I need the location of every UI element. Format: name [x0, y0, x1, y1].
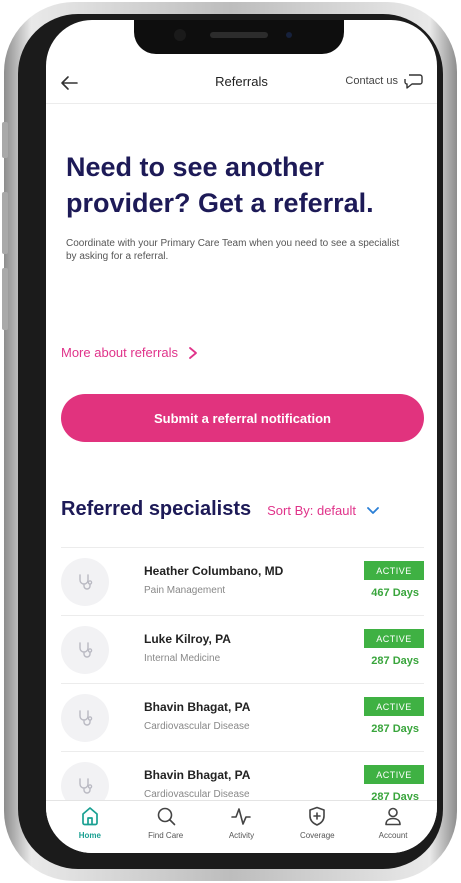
specialists-header: Referred specialists Sort By: default	[61, 498, 431, 521]
app-screen: Referrals Contact us Need to see another…	[46, 20, 437, 853]
app-header: Referrals Contact us	[46, 64, 437, 104]
specialists-list: Heather Columbano, MD Pain Management AC…	[61, 547, 424, 800]
days-count: 467 Days	[371, 587, 419, 599]
tab-label: Home	[78, 831, 101, 840]
chevron-down-icon	[367, 506, 379, 514]
front-camera	[286, 32, 292, 38]
sort-label: Sort By: default	[267, 503, 356, 518]
more-about-referrals-link[interactable]: More about referrals	[61, 345, 198, 360]
specialist-name: Bhavin Bhagat, PA	[144, 700, 251, 714]
tab-find-care[interactable]: Find Care	[130, 805, 202, 853]
chevron-right-icon	[189, 346, 197, 359]
hero-description: Coordinate with your Primary Care Team w…	[66, 238, 400, 262]
days-count: 287 Days	[371, 791, 419, 800]
activity-icon	[231, 808, 252, 825]
list-item[interactable]: Heather Columbano, MD Pain Management AC…	[61, 547, 424, 615]
days-count: 287 Days	[371, 723, 419, 735]
tab-label: Find Care	[148, 831, 184, 840]
sort-dropdown[interactable]: Sort By: default	[267, 503, 380, 518]
tab-label: Activity	[228, 831, 255, 840]
home-icon	[82, 807, 98, 826]
search-icon	[157, 807, 175, 826]
stethoscope-icon	[79, 642, 93, 658]
main-content: Need to see another provider? Get a refe…	[46, 105, 437, 800]
tab-label: Coverage	[299, 831, 335, 840]
specialist-specialty: Cardiovascular Disease	[144, 721, 250, 732]
person-icon	[385, 807, 401, 826]
list-item[interactable]: Bhavin Bhagat, PA Cardiovascular Disease…	[61, 751, 424, 800]
specialist-name: Heather Columbano, MD	[144, 564, 284, 578]
status-badge: ACTIVE	[364, 561, 424, 580]
tab-account[interactable]: Account	[357, 805, 429, 853]
mute-switch	[2, 122, 8, 158]
volume-up-button	[2, 192, 8, 254]
avatar	[61, 626, 109, 674]
avatar	[61, 558, 109, 606]
phone-notch	[134, 20, 344, 54]
contact-us-label: Contact us	[345, 75, 398, 87]
status-badge: ACTIVE	[364, 697, 424, 716]
avatar	[61, 694, 109, 742]
tab-coverage[interactable]: Coverage	[281, 805, 353, 853]
stethoscope-icon	[79, 574, 93, 590]
volume-down-button	[2, 268, 8, 330]
list-item[interactable]: Bhavin Bhagat, PA Cardiovascular Disease…	[61, 683, 424, 751]
tab-label: Account	[378, 831, 408, 840]
status-badge: ACTIVE	[364, 629, 424, 648]
stethoscope-icon	[79, 778, 93, 794]
speaker-grille	[210, 32, 268, 38]
list-item[interactable]: Luke Kilroy, PA Internal Medicine ACTIVE…	[61, 615, 424, 683]
stethoscope-icon	[79, 710, 93, 726]
contact-us-link[interactable]: Contact us	[345, 72, 423, 90]
status-badge: ACTIVE	[364, 765, 424, 784]
hero-heading: Need to see another provider? Get a refe…	[66, 152, 374, 218]
specialist-name: Luke Kilroy, PA	[144, 632, 231, 646]
tab-activity[interactable]: Activity	[205, 805, 277, 853]
days-count: 287 Days	[371, 655, 419, 667]
bottom-tab-bar: Home Find Care Activity Coverage Account	[46, 800, 437, 853]
specialist-specialty: Pain Management	[144, 585, 226, 596]
submit-referral-button[interactable]: Submit a referral notification	[61, 394, 424, 442]
avatar	[61, 762, 109, 800]
section-title: Referred specialists	[61, 498, 252, 520]
specialist-name: Bhavin Bhagat, PA	[144, 768, 251, 782]
chat-bubble-icon	[404, 74, 423, 89]
shield-plus-icon	[309, 806, 326, 826]
tab-home[interactable]: Home	[54, 805, 126, 853]
more-about-referrals-label: More about referrals	[61, 345, 179, 360]
specialist-specialty: Cardiovascular Disease	[144, 789, 250, 800]
specialist-specialty: Internal Medicine	[144, 653, 221, 664]
